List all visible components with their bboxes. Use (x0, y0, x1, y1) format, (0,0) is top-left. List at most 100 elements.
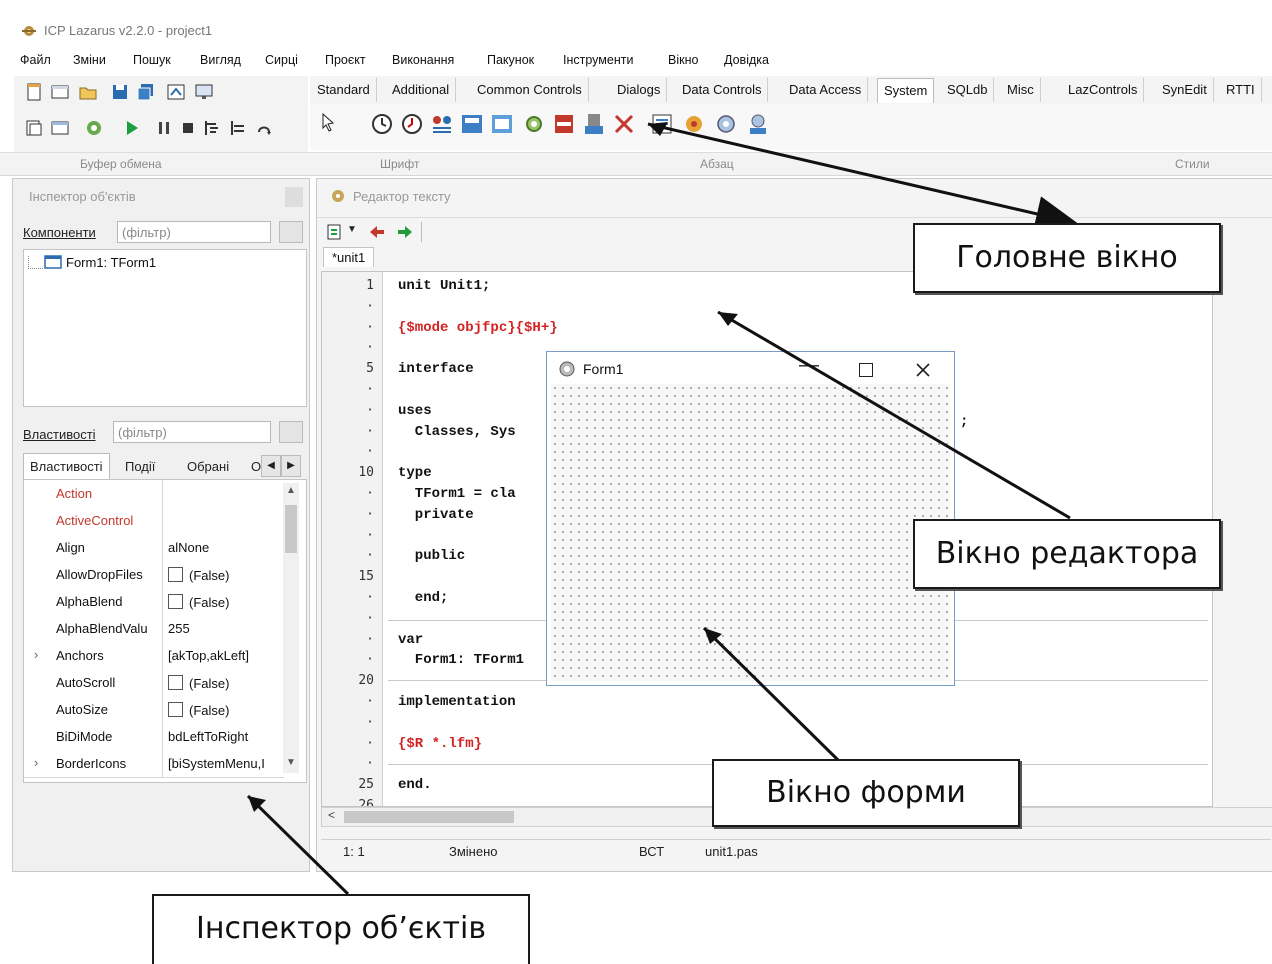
forward-arrow-icon[interactable] (395, 222, 415, 242)
back-arrow-icon[interactable] (367, 222, 387, 242)
editor-tab-unit1[interactable]: *unit1 (323, 247, 375, 267)
tab-synedit[interactable]: SynEdit (1156, 78, 1214, 102)
save-icon[interactable] (110, 82, 130, 102)
code-line[interactable]: Classes, Sys (398, 424, 516, 440)
property-value[interactable]: (False) (168, 702, 229, 718)
tab-events[interactable]: Події (125, 455, 155, 479)
open-icon[interactable] (78, 82, 98, 102)
dropdown-arrow-icon[interactable]: ▼ (347, 224, 357, 235)
property-value[interactable]: (False) (168, 594, 229, 610)
tprocess-icon[interactable] (582, 112, 606, 136)
view-units-icon[interactable] (24, 118, 44, 138)
tab-data-controls[interactable]: Data Controls (676, 78, 769, 102)
save-all-icon[interactable] (136, 82, 156, 102)
code-line[interactable]: implementation (398, 694, 516, 710)
view-forms-icon[interactable] (194, 82, 214, 102)
code-line[interactable]: Form1: TForm1 (398, 652, 524, 668)
property-row[interactable]: AutoScroll (False) (24, 669, 284, 697)
run-icon[interactable] (122, 118, 142, 138)
property-row[interactable]: AlphaBlend (False) (24, 588, 284, 616)
new-form-icon[interactable] (50, 82, 70, 102)
property-row[interactable]: Align alNone (24, 534, 284, 562)
property-value[interactable]: (False) (168, 675, 229, 691)
tab-other[interactable]: О (251, 455, 261, 479)
code-line[interactable]: end; (398, 590, 449, 606)
tidletimer-icon[interactable] (400, 112, 424, 136)
menu-edit[interactable]: Зміни (73, 53, 106, 67)
tab-rtti[interactable]: RTTI (1220, 78, 1262, 102)
property-value[interactable]: 255 (168, 621, 190, 636)
thtmlbrowserhelpviewer-icon[interactable] (490, 112, 514, 136)
components-filter-input[interactable]: (фільтр) (117, 221, 271, 243)
teventlog-icon[interactable] (682, 112, 706, 136)
menu-help[interactable]: Довідка (724, 53, 769, 67)
properties-filter-input[interactable]: (фільтр) (113, 421, 271, 443)
code-line[interactable]: type (398, 465, 432, 481)
tab-common-controls[interactable]: Common Controls (471, 78, 589, 102)
code-line[interactable]: uses (398, 403, 432, 419)
tab-misc[interactable]: Misc (1001, 78, 1041, 102)
tab-standard[interactable]: Standard (311, 78, 377, 102)
tab-data-access[interactable]: Data Access (783, 78, 869, 102)
property-value[interactable]: (False) (168, 567, 229, 583)
menu-source[interactable]: Сирці (265, 53, 298, 67)
expand-chevron-icon[interactable]: › (34, 755, 38, 770)
tlazcomponentqueue-icon[interactable] (430, 112, 454, 136)
tab-sqldb[interactable]: SQLdb (941, 78, 995, 102)
property-row[interactable]: › BorderIcons [biSystemMenu,I (24, 750, 284, 778)
form-design-grid[interactable] (551, 384, 950, 681)
property-row[interactable]: AutoSize (False) (24, 696, 284, 724)
menu-view[interactable]: Вигляд (200, 53, 241, 67)
tab-additional[interactable]: Additional (386, 78, 457, 102)
property-value[interactable]: [biSystemMenu,I (168, 756, 265, 771)
close-icon[interactable] (915, 362, 931, 378)
code-line[interactable]: private (398, 507, 474, 523)
code-line[interactable]: end. (398, 777, 432, 793)
clear-properties-filter-button[interactable] (279, 421, 303, 443)
property-value[interactable]: [akTop,akLeft] (168, 648, 249, 663)
code-line[interactable]: var (398, 632, 423, 648)
code-line[interactable]: unit Unit1; (398, 278, 490, 294)
selection-pointer-icon[interactable] (318, 112, 338, 132)
menu-file[interactable]: Файл (20, 53, 51, 67)
inspector-pin-button[interactable] (285, 187, 303, 207)
code-line[interactable]: public (398, 548, 465, 564)
property-row[interactable]: Action (24, 480, 284, 508)
menu-package[interactable]: Пакунок (487, 53, 534, 67)
step-into-icon[interactable] (202, 118, 222, 138)
pause-icon[interactable] (154, 118, 174, 138)
tasyncprocess-icon[interactable] (522, 112, 546, 136)
scroll-down-icon[interactable]: ▼ (286, 757, 296, 768)
tab-properties[interactable]: Властивості (23, 453, 110, 480)
new-unit-icon[interactable] (24, 82, 44, 102)
tab-dialogs[interactable]: Dialogs (611, 78, 668, 102)
tsimpleipcclient-icon[interactable] (612, 112, 636, 136)
menu-run[interactable]: Виконання (392, 53, 454, 67)
menu-tools[interactable]: Інструменти (563, 53, 633, 67)
scrollbar-thumb[interactable] (285, 505, 297, 553)
scroll-up-icon[interactable]: ▲ (286, 485, 296, 496)
toggle-form-unit-icon[interactable] (166, 82, 186, 102)
checkbox[interactable] (168, 567, 183, 582)
step-over-icon[interactable] (228, 118, 248, 138)
txmlconfig-icon[interactable] (650, 112, 674, 136)
clear-components-filter-button[interactable] (279, 221, 303, 243)
tservicemanager-icon[interactable] (714, 112, 738, 136)
property-value[interactable]: alNone (168, 540, 209, 555)
tprocessutf8-icon[interactable] (552, 112, 576, 136)
property-row[interactable]: AllowDropFiles (False) (24, 561, 284, 589)
scroll-left-icon[interactable]: < (328, 808, 335, 822)
expand-chevron-icon[interactable]: › (34, 647, 38, 662)
property-row[interactable]: BiDiMode bdLeftToRight (24, 723, 284, 751)
maximize-icon[interactable] (859, 363, 873, 377)
property-value[interactable]: bdLeftToRight (168, 729, 248, 744)
tabs-scroll-right-button[interactable]: ▶ (281, 455, 301, 477)
menu-project[interactable]: Проєкт (325, 53, 366, 67)
code-line[interactable]: TForm1 = cla (398, 486, 516, 502)
property-row[interactable]: › Anchors [akTop,akLeft] (24, 642, 284, 670)
code-line[interactable]: {$R *.lfm} (398, 736, 482, 752)
new-window-icon[interactable] (50, 118, 70, 138)
tabs-scroll-left-button[interactable]: ◀ (261, 455, 281, 477)
stop-icon[interactable] (178, 118, 198, 138)
property-row[interactable]: ActiveControl (24, 507, 284, 535)
